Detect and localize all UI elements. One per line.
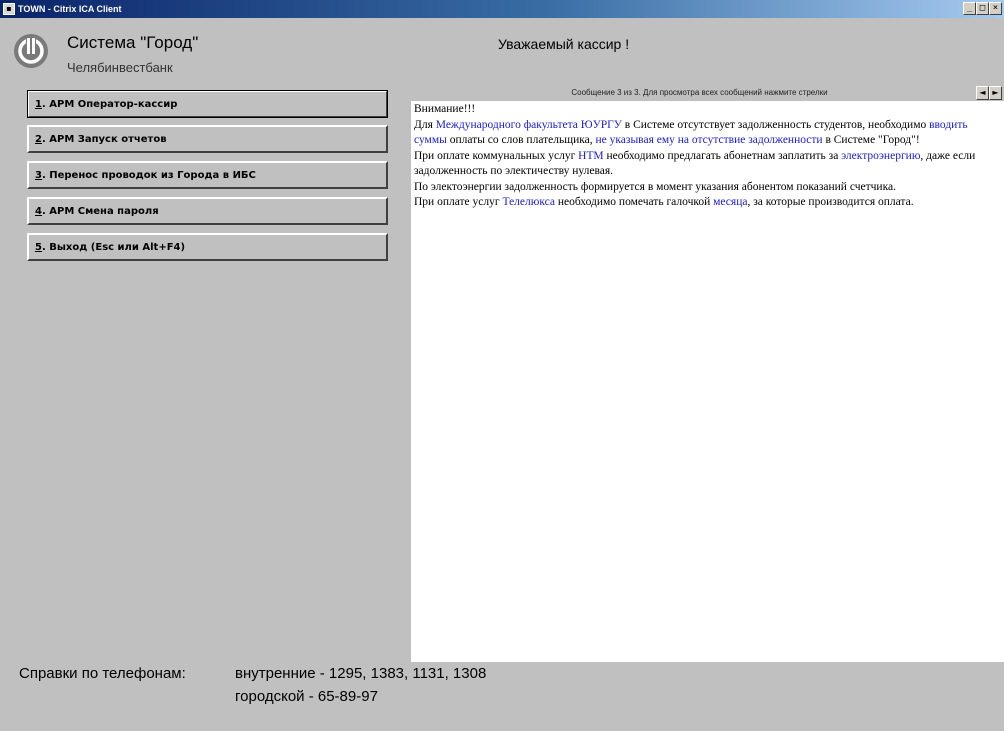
highlighted-text: Международного факультета ЮУРГУ: [435, 118, 622, 131]
menu-button-cashier-operator[interactable]: 1. АРМ Оператор-кассир: [27, 90, 388, 118]
citrix-app-icon[interactable]: ▪: [3, 3, 15, 15]
highlighted-text: не указывая ему на отсутствие задолженно…: [595, 134, 823, 146]
menu-label: . Выход (Esc или Alt+F4): [41, 242, 186, 253]
menu-label: . Перенос проводок из Города в ИБС: [41, 170, 256, 181]
title-bar[interactable]: ▪ TOWN - Citrix ICA Client _ □ ×: [0, 0, 1004, 18]
message-body: Внимание!!! Для Международного факультета…: [414, 102, 1001, 211]
highlighted-text: НТМ: [578, 149, 604, 162]
menu-label: . АРМ Смена пароля: [41, 206, 159, 217]
highlighted-text: электроэнергию: [841, 149, 921, 162]
gorod-logo-icon: [14, 34, 48, 68]
message-text: , за которые производится оплата.: [747, 196, 914, 208]
message-text: При оплате коммунальных услуг: [414, 149, 579, 162]
message-navigation: ◄ ►: [976, 86, 1002, 100]
minimize-button[interactable]: _: [963, 2, 976, 15]
bank-name: Челябинвестбанк: [67, 60, 173, 75]
menu-hotkey: 5: [35, 242, 42, 253]
maximize-button[interactable]: □: [976, 2, 989, 15]
message-text: в Системе отсутствует задолженность студ…: [621, 118, 930, 131]
menu-button-run-reports[interactable]: 2. АРМ Запуск отчетов: [27, 125, 388, 153]
menu-label: . АРМ Оператор-кассир: [41, 99, 178, 110]
menu-button-transfer-postings[interactable]: 3. Перенос проводок из Города в ИБС: [27, 161, 388, 189]
greeting-text: Уважаемый кассир !: [498, 36, 630, 52]
menu-hotkey: 2: [35, 134, 42, 145]
message-counter: Сообщение 3 из 3. Для просмотра всех соо…: [571, 88, 828, 97]
message-text: Для: [414, 118, 436, 131]
message-text-area[interactable]: Внимание!!! Для Международного факультета…: [411, 101, 1004, 662]
prev-message-arrow-icon[interactable]: ◄: [976, 86, 989, 100]
menu-hotkey: 1: [35, 99, 42, 110]
close-button[interactable]: ×: [989, 2, 1002, 15]
menu-hotkey: 3: [35, 170, 42, 181]
internal-phones: внутренние - 1295, 1383, 1131, 1308: [235, 665, 487, 682]
next-message-arrow-icon[interactable]: ►: [989, 86, 1002, 100]
message-text: По электоэнергии задолженность формирует…: [414, 180, 896, 193]
highlighted-text: месяца: [713, 196, 748, 208]
city-phone: городской - 65-89-97: [235, 688, 378, 705]
window-controls: _ □ ×: [963, 2, 1002, 15]
message-text: в Системе "Город"!: [822, 134, 920, 146]
highlighted-text: Телелюкса: [502, 196, 555, 208]
message-text: необходимо предлагать абонетнам заплатит…: [603, 149, 842, 162]
menu-hotkey: 4: [35, 206, 42, 217]
window-title: TOWN - Citrix ICA Client: [18, 4, 122, 14]
message-text: оплаты со слов плательщика,: [446, 134, 596, 146]
system-title: Система "Город": [67, 33, 199, 52]
menu-label: . АРМ Запуск отчетов: [41, 134, 167, 145]
phone-help-label: Справки по телефонам:: [19, 665, 186, 682]
message-text: При оплате услуг: [414, 196, 503, 208]
message-text: Внимание!!!: [414, 103, 476, 115]
menu-button-change-password[interactable]: 4. АРМ Смена пароля: [27, 197, 388, 225]
menu-button-exit[interactable]: 5. Выход (Esc или Alt+F4): [27, 233, 388, 261]
message-text: необходимо помечать галочкой: [555, 196, 714, 208]
